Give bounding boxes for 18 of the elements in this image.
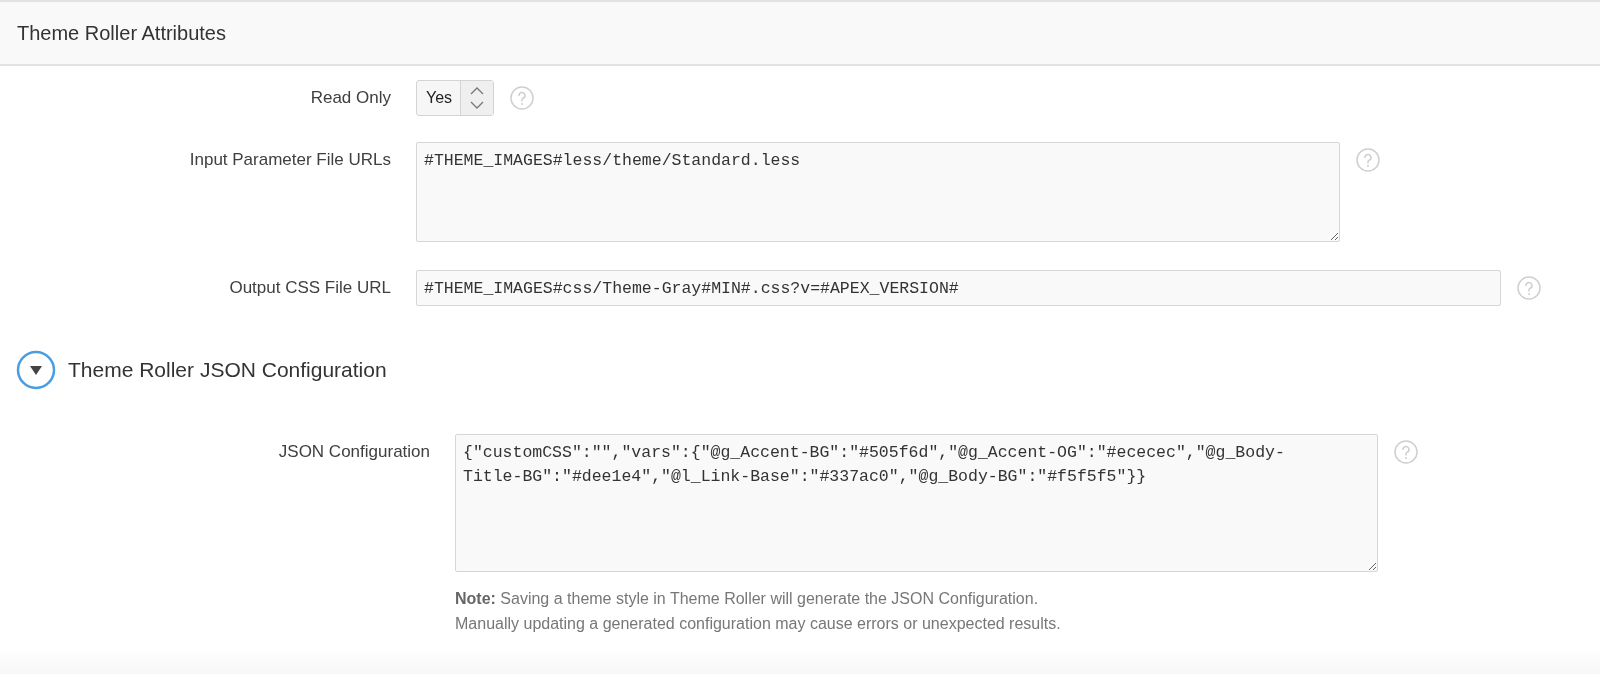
field-label: JSON Configuration — [277, 441, 431, 462]
text-area[interactable]: {"customCSS":"","vars":{"@g_Accent-BG":"#505f6d","@g_Accent-OG":"#ececec","@g_Body-Title-BG":"#dee1e4","@l_Link-Base":"#337ac0","@g_Body-BG":"#f5f5f5"}} — [455, 434, 1378, 572]
help-note: Manually updating a generated configuration may cause errors or unexpected results. — [455, 614, 1061, 634]
select-field[interactable]: Yes — [416, 80, 495, 116]
help-icon[interactable] — [510, 86, 535, 110]
field-label: Output CSS File URL — [228, 277, 392, 298]
section-title: Theme Roller JSON Configuration — [68, 358, 387, 382]
collapse-toggle[interactable] — [16, 350, 56, 390]
field-label: Read Only — [309, 87, 392, 108]
text-field[interactable]: #THEME_IMAGES#css/Theme-Gray#MIN#.css?v=#APEX_VERSION# — [416, 270, 1501, 306]
field-label: Input Parameter File URLs — [188, 149, 392, 170]
section-title: Theme Roller Attributes — [17, 21, 226, 45]
help-icon[interactable] — [1394, 440, 1418, 464]
help-icon[interactable] — [1356, 148, 1380, 172]
text-area[interactable]: #THEME_IMAGES#less/theme/Standard.less — [416, 142, 1340, 242]
help-icon[interactable] — [1517, 276, 1541, 300]
chevron-icon — [469, 85, 486, 111]
help-note: Note: Saving a theme style in Theme Roller will generate the JSON Configuration. — [455, 589, 1039, 609]
